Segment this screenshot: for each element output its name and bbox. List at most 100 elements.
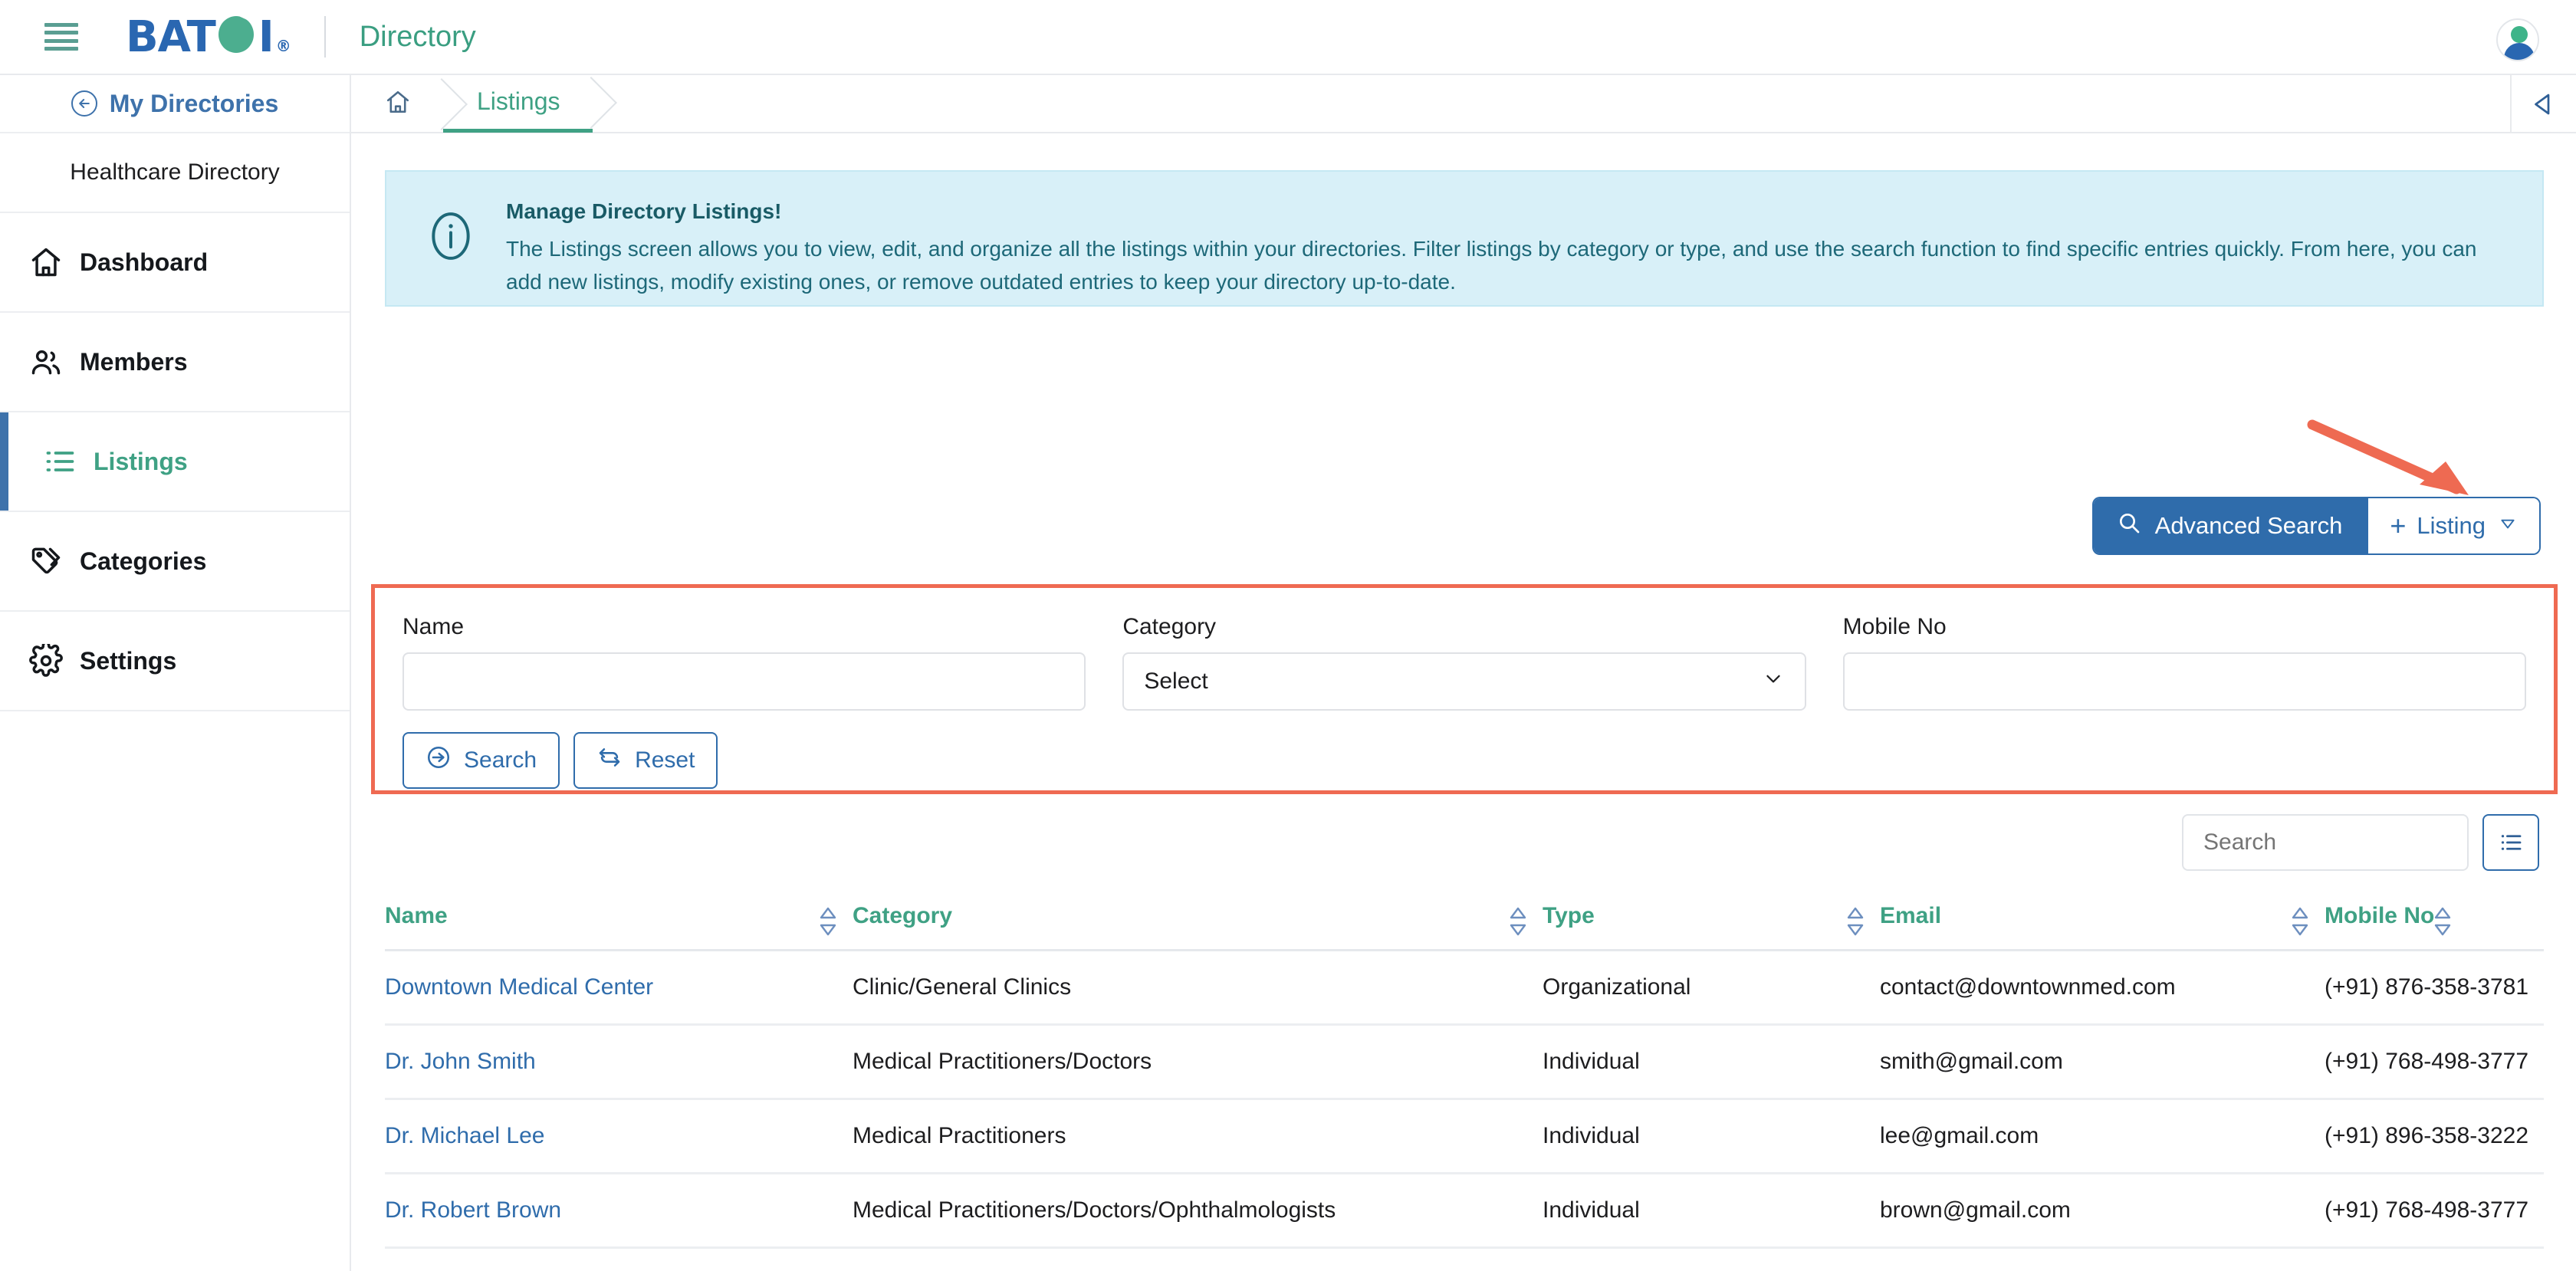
app-title: Directory (359, 20, 476, 53)
reset-button-label: Reset (635, 747, 695, 773)
logo-mark-icon (217, 11, 257, 53)
chevron-down-icon (2498, 514, 2518, 538)
cell-name[interactable]: Dr. Michael Lee (385, 1099, 853, 1174)
home-icon (29, 245, 63, 279)
arrow-right-circle-icon (426, 744, 464, 777)
cell-name[interactable]: Northside Dental Care (385, 1247, 853, 1271)
sidebar-item-listings[interactable]: Listings (0, 412, 350, 512)
cell-email: smith@gmail.com (1880, 1024, 2325, 1100)
column-header-type[interactable]: Type (1510, 889, 1880, 951)
mobile-filter-input[interactable] (1842, 652, 2526, 711)
list-view-icon[interactable] (2482, 814, 2539, 871)
category-filter-field: Category Select (1122, 614, 1806, 711)
cell-email: brown@gmail.com (1880, 1173, 2325, 1249)
cell-mobile: (+91) 768-498-3777 (2325, 1024, 2544, 1100)
cell-category: Clinic/General Clinics (853, 950, 1543, 1026)
sidebar-item-members[interactable]: Members (0, 313, 350, 412)
batoi-logo[interactable]: BAT I ® (126, 11, 291, 62)
sidebar-item-dashboard[interactable]: Dashboard (0, 213, 350, 313)
column-header-mobile-no[interactable]: Mobile No (2292, 889, 2544, 951)
column-header-category[interactable]: Category (820, 889, 1543, 951)
plus-icon: + (2390, 510, 2407, 541)
cell-category: Medical Practitioners/Doctors/Ophthalmol… (853, 1173, 1543, 1249)
topbar-divider (324, 16, 326, 57)
cell-name[interactable]: Dr. John Smith (385, 1024, 853, 1100)
sort-icon[interactable] (819, 906, 837, 936)
sidebar-item-label: Categories (80, 547, 207, 575)
cell-category: Medical Practitioners (853, 1099, 1543, 1174)
info-circle-icon (425, 210, 477, 262)
advanced-search-panel: Name Category Select Mobile No Search Re… (371, 584, 2558, 794)
mobile-filter-field: Mobile No (1842, 614, 2526, 711)
chevron-left-triangle-icon[interactable] (2510, 75, 2576, 133)
logo-text-part2: I (258, 12, 274, 62)
cell-name[interactable]: Dr. Robert Brown (385, 1173, 853, 1249)
column-header-label: Name (385, 903, 448, 928)
cell-name[interactable]: Downtown Medical Center (385, 950, 853, 1026)
listing-actions-button-group: Advanced Search + Listing (2093, 498, 2539, 553)
info-banner: Manage Directory Listings! The Listings … (385, 170, 2544, 307)
user-avatar-icon[interactable] (2496, 18, 2539, 61)
list-icon (43, 445, 77, 478)
add-listing-button[interactable]: + Listing (2368, 498, 2539, 553)
sort-icon[interactable] (2291, 906, 2309, 936)
cell-mobile: (+91) 768-498-3111 (2325, 1247, 2544, 1271)
sidebar: My Directories Healthcare Directory Dash… (0, 75, 351, 1271)
cell-mobile: (+91) 768-498-3777 (2325, 1173, 2544, 1249)
info-banner-title: Manage Directory Listings! (506, 199, 782, 223)
advanced-search-button[interactable]: Advanced Search (2093, 498, 2369, 553)
sort-icon[interactable] (1509, 906, 1527, 936)
table-row[interactable]: Dr. Michael Lee Medical Practitioners In… (385, 1099, 2544, 1174)
column-header-email[interactable]: Email (1847, 889, 2325, 951)
sidebar-directory-name[interactable]: Healthcare Directory (0, 133, 350, 213)
table-row[interactable]: Northside Dental Care Clinic Organizatio… (385, 1247, 2544, 1271)
column-header-label: Email (1880, 903, 1942, 928)
chevron-down-icon (1762, 667, 1785, 696)
arrow-left-circle-icon (71, 90, 97, 117)
sidebar-item-label: Settings (80, 646, 177, 675)
sidebar-back-my-directories[interactable]: My Directories (0, 75, 350, 133)
hamburger-icon[interactable] (44, 23, 78, 51)
listing-link[interactable]: Dr. John Smith (385, 1049, 536, 1074)
column-header-label: Type (1543, 903, 1595, 928)
cell-email: contact@downtownmed.com (1880, 950, 2325, 1026)
sidebar-item-label: Listings (94, 447, 188, 475)
table-tools (2182, 814, 2539, 871)
logo-registered-mark: ® (275, 37, 291, 55)
table-row[interactable]: Dr. John Smith Medical Practitioners/Doc… (385, 1024, 2544, 1100)
sidebar-item-categories[interactable]: Categories (0, 512, 350, 612)
sort-icon[interactable] (1846, 906, 1865, 936)
cell-mobile: (+91) 896-358-3222 (2325, 1099, 2544, 1174)
table-row[interactable]: Dr. Robert Brown Medical Practitioners/D… (385, 1173, 2544, 1249)
listing-link[interactable]: Dr. Robert Brown (385, 1197, 561, 1223)
cell-type: Individual (1543, 1173, 1880, 1249)
users-icon (29, 345, 63, 379)
logo-text-part1: BAT (126, 12, 216, 62)
listing-link[interactable]: Downtown Medical Center (385, 974, 653, 1000)
sidebar-item-settings[interactable]: Settings (0, 612, 350, 711)
breadcrumb-current-label: Listings (477, 87, 560, 115)
sort-icon[interactable] (2433, 906, 2452, 936)
refresh-icon (596, 744, 635, 777)
annotation-arrow (2307, 419, 2469, 495)
add-listing-label: Listing (2417, 512, 2486, 539)
column-header-label: Category (853, 903, 953, 928)
cell-type: Organizational (1543, 950, 1880, 1026)
column-header-name[interactable]: Name (385, 889, 853, 951)
gear-icon (29, 644, 63, 678)
top-bar: BAT I ® Directory (0, 0, 2576, 75)
category-filter-label: Category (1122, 614, 1217, 639)
logo-text: BAT I ® (126, 11, 291, 62)
listing-link[interactable]: Dr. Michael Lee (385, 1123, 544, 1148)
breadcrumb-item-listings[interactable]: Listings (443, 74, 593, 133)
category-filter-select[interactable]: Select (1122, 652, 1806, 711)
mobile-filter-label: Mobile No (1842, 614, 1947, 639)
table-search-input[interactable] (2182, 814, 2469, 871)
cell-email: lee@gmail.com (1880, 1099, 2325, 1174)
table-row[interactable]: Downtown Medical Center Clinic/General C… (385, 950, 2544, 1026)
name-filter-field: Name (402, 614, 1086, 711)
breadcrumb-home[interactable] (351, 74, 443, 133)
name-filter-input[interactable] (402, 652, 1086, 711)
search-button[interactable]: Search (402, 732, 560, 789)
reset-button[interactable]: Reset (573, 732, 718, 789)
